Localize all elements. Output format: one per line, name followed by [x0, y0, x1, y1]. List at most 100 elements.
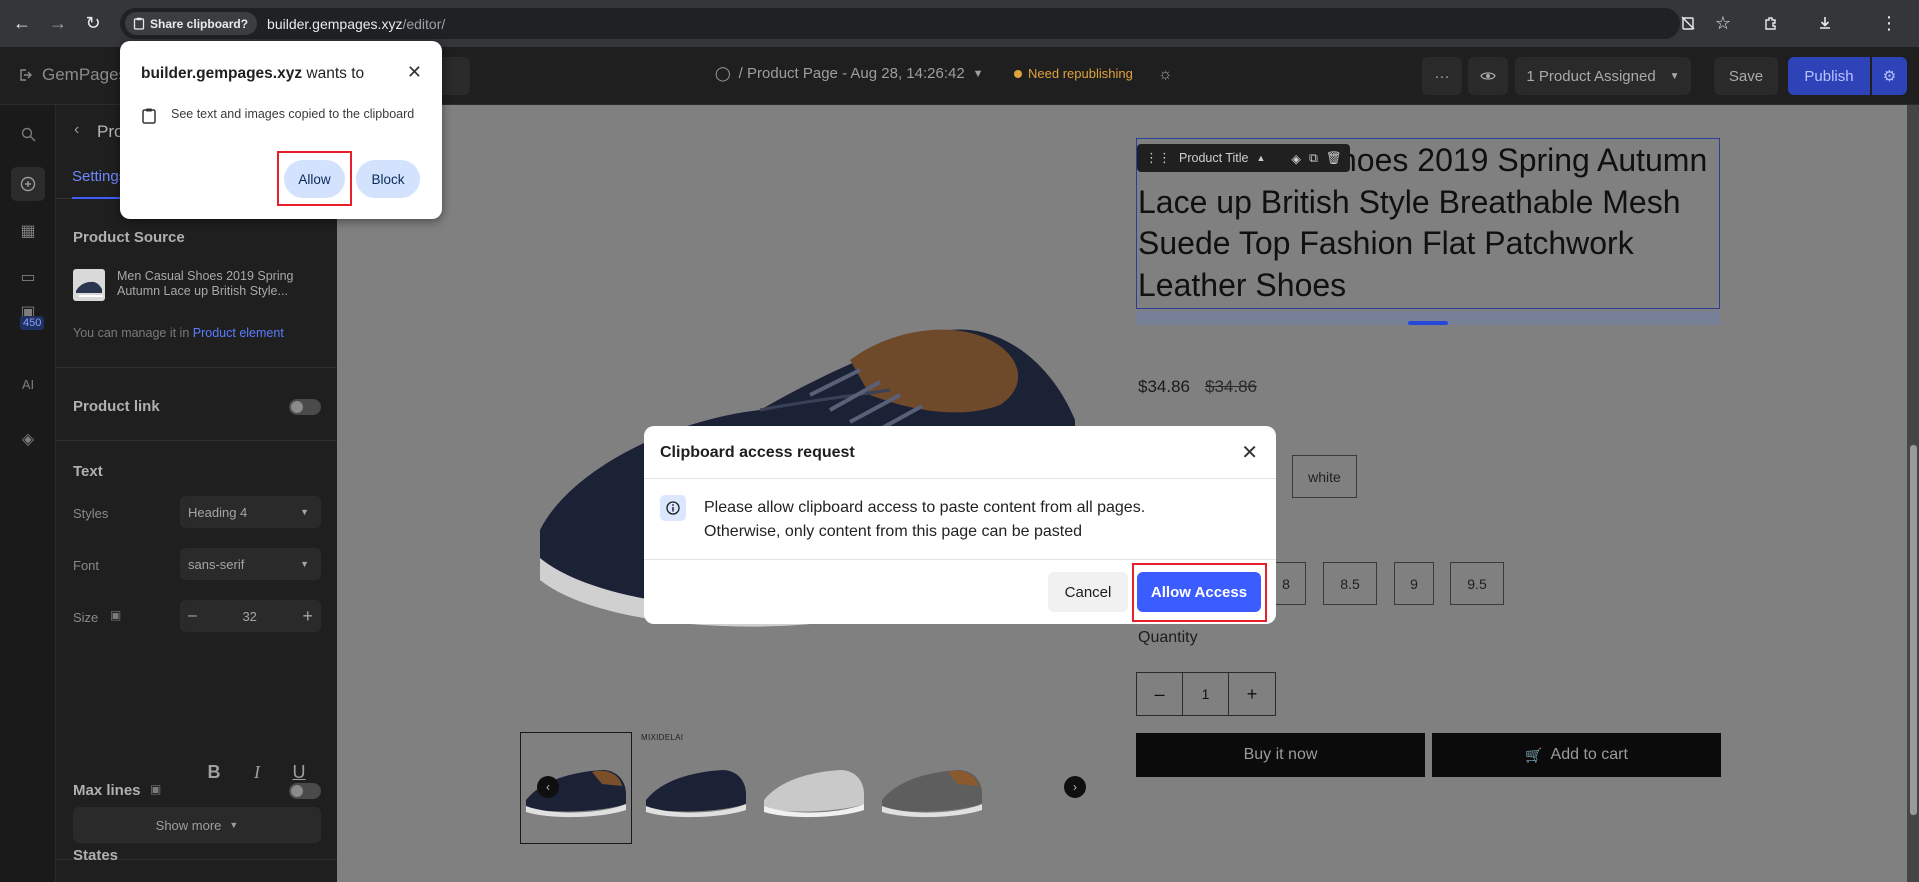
search-icon[interactable] — [14, 120, 42, 148]
device-icon[interactable]: ▣ — [110, 608, 121, 622]
quantity-label: Quantity — [1138, 629, 1198, 646]
settings-panel: ‹ Product Title Settings Product Source … — [56, 105, 337, 882]
permission-request: See text and images copied to the clipbo… — [141, 105, 421, 125]
apps-icon[interactable]: ▦ — [14, 217, 42, 245]
show-more-label: Show more — [155, 817, 222, 833]
url-host: builder.gempages.xyz — [267, 15, 403, 32]
add-element-icon[interactable] — [11, 167, 45, 201]
font-select[interactable]: sans-serif ▼ — [180, 548, 321, 580]
size-option[interactable]: 8.5 — [1323, 562, 1377, 605]
max-lines-toggle[interactable] — [289, 783, 321, 799]
logo-text: GemPages — [42, 65, 128, 84]
pages-icon[interactable]: ▭ — [14, 263, 42, 291]
next-arrow-icon[interactable]: › — [1064, 776, 1086, 798]
globe-icon[interactable]: ☼ — [1158, 66, 1173, 84]
exit-icon — [20, 69, 32, 81]
product-thumbnail-2[interactable] — [642, 760, 750, 820]
italic-button[interactable]: I — [243, 758, 271, 786]
share-chip-label: Share clipboard? — [150, 16, 249, 31]
show-more-button[interactable]: Show more ▼ — [73, 807, 321, 843]
trash-icon[interactable]: 🗑 — [1326, 151, 1342, 166]
download-icon[interactable] — [1810, 8, 1840, 38]
product-thumbnail — [73, 269, 105, 301]
chevron-down-icon: ▼ — [1669, 70, 1680, 82]
close-icon[interactable]: ✕ — [407, 62, 422, 83]
bold-button[interactable]: B — [200, 758, 228, 786]
quantity-minus-button[interactable]: – — [1137, 673, 1183, 715]
product-thumbnail-4[interactable] — [878, 760, 986, 820]
close-icon[interactable]: ✕ — [1241, 440, 1258, 465]
highlight-allow-access — [1132, 563, 1267, 622]
gear-icon: ⚙ — [1882, 68, 1897, 85]
browser-toolbar: ← → ↻ Share clipboard? builder.gempages.… — [0, 0, 1919, 47]
cancel-button[interactable]: Cancel — [1048, 572, 1128, 612]
bookmark-star-icon[interactable]: ☆ — [1708, 8, 1738, 38]
clipboard-blocked-icon[interactable] — [1673, 8, 1703, 38]
plus-icon[interactable]: + — [302, 606, 313, 627]
ai-icon[interactable]: AI — [14, 370, 42, 398]
element-toolbar[interactable]: ⋮⋮ Product Title ▲ ◈ ⧉ 🗑 — [1137, 144, 1350, 172]
extensions-icon[interactable] — [1756, 8, 1786, 38]
publish-button[interactable]: Publish — [1788, 57, 1870, 95]
product-element-link[interactable]: Product element — [193, 326, 284, 340]
preview-button[interactable] — [1468, 57, 1508, 95]
size-value[interactable]: 32 — [242, 609, 256, 624]
size-option[interactable]: 9 — [1394, 562, 1434, 605]
product-thumbnail-3[interactable] — [760, 760, 868, 820]
layers-icon[interactable]: ◈ — [14, 425, 42, 453]
permission-description: See text and images copied to the clipbo… — [171, 107, 415, 121]
product-assigned-dropdown[interactable]: 1 Product Assigned ▼ — [1515, 57, 1691, 95]
tag-icon: ◯ — [715, 65, 731, 81]
color-option-white[interactable]: white — [1292, 455, 1357, 498]
block-button[interactable]: Block — [356, 160, 420, 198]
more-options-button[interactable]: ··· — [1422, 57, 1462, 95]
clipboard-icon — [142, 108, 156, 124]
reload-icon[interactable]: ↻ — [78, 8, 108, 38]
address-bar[interactable]: Share clipboard? builder.gempages.xyz/ed… — [120, 8, 1680, 39]
product-source-name: Men Casual Shoes 2019 Spring Autumn Lace… — [117, 269, 294, 298]
size-option-label: 8.5 — [1340, 575, 1360, 592]
minus-icon[interactable]: – — [188, 607, 197, 625]
forward-arrow-icon[interactable]: → — [43, 8, 73, 38]
product-price: $34.86 — [1138, 377, 1190, 396]
quantity-plus-button[interactable]: + — [1229, 673, 1275, 715]
canvas-scrollbar[interactable] — [1907, 105, 1919, 882]
logo[interactable]: GemPages — [18, 65, 127, 85]
quantity-value[interactable]: 1 — [1183, 673, 1229, 715]
scroll-thumb[interactable] — [1910, 445, 1917, 815]
divider — [56, 440, 337, 441]
product-source-picker[interactable]: Men Casual Shoes 2019 Spring Autumn Lace… — [73, 269, 328, 301]
ai-label: AI — [21, 376, 35, 392]
duplicate-icon[interactable]: ⧉ — [1309, 151, 1318, 166]
permission-title: builder.gempages.xyz wants to — [141, 65, 364, 83]
product-assigned-label: 1 Product Assigned — [1526, 67, 1656, 85]
info-icon — [660, 495, 686, 521]
buy-now-button[interactable]: Buy it now — [1136, 733, 1425, 777]
eye-icon — [1480, 72, 1496, 80]
size-option[interactable]: 9.5 — [1450, 562, 1504, 605]
chevron-down-icon: ▼ — [972, 67, 984, 80]
page-title[interactable]: ◯ / Product Page - Aug 28, 14:26:42 ▼ — [715, 65, 984, 82]
chevron-down-icon: ▼ — [300, 559, 309, 569]
product-link-toggle[interactable] — [289, 399, 321, 415]
resize-handle[interactable] — [1408, 321, 1448, 325]
add-to-cart-label: Add to cart — [1550, 746, 1628, 763]
manage-prefix: You can manage it in — [73, 326, 190, 340]
text-section-title: Text — [73, 463, 103, 480]
back-chevron-icon[interactable]: ‹ — [74, 121, 79, 139]
save-button[interactable]: Save — [1714, 57, 1778, 95]
modal-title: Clipboard access request — [660, 444, 855, 461]
device-icon[interactable]: ▣ — [150, 782, 161, 796]
drag-handle-icon[interactable]: ⋮⋮ — [1145, 150, 1171, 166]
size-stepper[interactable]: – 32 + — [180, 600, 321, 632]
prev-arrow-icon[interactable]: ‹ — [537, 776, 559, 798]
publish-settings-button[interactable]: ⚙ — [1872, 57, 1907, 95]
menu-kebab-icon[interactable]: ⋮ — [1874, 8, 1904, 38]
styles-select[interactable]: Heading 4 ▼ — [180, 496, 321, 528]
share-clipboard-chip[interactable]: Share clipboard? — [125, 12, 258, 35]
chevron-down-icon: ▼ — [229, 820, 239, 830]
ai-edit-icon[interactable]: ◈ — [1291, 151, 1301, 166]
back-arrow-icon[interactable]: ← — [7, 8, 37, 38]
underline-button[interactable]: U — [285, 758, 313, 786]
add-to-cart-button[interactable]: 🛒 Add to cart — [1432, 733, 1721, 777]
